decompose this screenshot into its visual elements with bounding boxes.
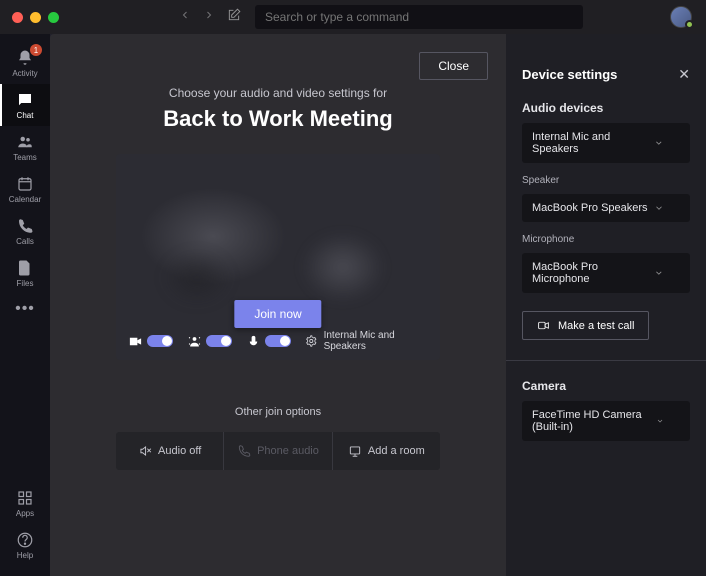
option-label: Phone audio [257,445,319,457]
main-panel: Close Choose your audio and video settin… [50,34,706,576]
chevron-down-icon [654,138,664,148]
rail-item-activity[interactable]: 1 Activity [0,42,50,84]
meeting-title: Back to Work Meeting [163,106,392,132]
forward-icon[interactable] [203,8,215,26]
audio-device-select[interactable]: Internal Mic and Speakers [522,123,690,163]
blur-icon [187,334,202,349]
other-options-row: Audio off Phone audio Add a room [116,432,440,470]
test-call-label: Make a test call [558,320,634,332]
make-test-call-button[interactable]: Make a test call [522,311,649,340]
chevron-down-icon [656,416,664,426]
microphone-value: MacBook Pro Microphone [532,261,654,285]
close-button[interactable]: Close [419,52,488,80]
rail-label: Calendar [9,195,41,204]
selected-device-label: Internal Mic and Speakers [324,330,428,352]
preview-controls: Internal Mic and Speakers [116,330,440,352]
rail-bottom: Apps Help [0,482,50,566]
rail-label: Chat [17,111,34,120]
search-input[interactable] [265,10,573,24]
blur-control [187,334,232,349]
rail-item-help[interactable]: Help [0,524,50,566]
camera-section: Camera FaceTime HD Camera (Built-in) [522,379,690,441]
join-now-button[interactable]: Join now [234,300,321,328]
back-icon[interactable] [179,8,191,26]
search-box[interactable] [255,5,583,29]
apps-icon [16,489,34,507]
activity-badge: 1 [30,44,42,56]
option-label: Audio off [158,445,201,457]
option-label: Add a room [368,445,425,457]
calendar-icon [16,175,34,193]
rail-label: Teams [13,153,37,162]
audio-device-value: Internal Mic and Speakers [532,131,654,155]
window-zoom-dot[interactable] [48,12,59,23]
teams-icon [16,133,34,151]
blur-toggle[interactable] [206,335,232,347]
chevron-down-icon [654,203,664,213]
camera-select[interactable]: FaceTime HD Camera (Built-in) [522,401,690,441]
camera-control [128,334,173,349]
mic-toggle[interactable] [265,335,291,347]
camera-toggle[interactable] [147,335,173,347]
speaker-value: MacBook Pro Speakers [532,202,648,214]
camera-value: FaceTime HD Camera (Built-in) [532,409,656,433]
phone-icon [16,217,34,235]
help-icon [16,531,34,549]
device-settings-shortcut[interactable]: Internal Mic and Speakers [305,330,428,352]
gear-icon [305,334,318,348]
rail-label: Help [17,551,33,560]
rail-item-teams[interactable]: Teams [0,126,50,168]
prejoin-panel: Close Choose your audio and video settin… [50,34,506,576]
presence-indicator [685,20,694,29]
app-body: 1 Activity Chat Teams Calendar Calls [0,34,706,576]
window-close-dot[interactable] [12,12,23,23]
video-icon [128,334,143,349]
new-chat-icon[interactable] [227,8,241,27]
speaker-label: Speaker [522,175,690,186]
speaker-off-icon [138,444,152,458]
speaker-select[interactable]: MacBook Pro Speakers [522,194,690,222]
mic-control [246,334,291,349]
close-icon[interactable]: ✕ [678,66,690,83]
titlebar [0,0,706,34]
rail-item-files[interactable]: Files [0,252,50,294]
history-nav [179,8,215,26]
microphone-label: Microphone [522,234,690,245]
audio-devices-section: Audio devices Internal Mic and Speakers … [522,101,690,340]
rail-item-calls[interactable]: Calls [0,210,50,252]
chevron-down-icon [654,268,664,278]
audio-devices-label: Audio devices [522,101,690,115]
rail-item-apps[interactable]: Apps [0,482,50,524]
camera-preview: Join now [116,154,440,360]
camera-label: Camera [522,379,690,393]
rail-label: Apps [16,509,34,518]
divider [506,360,706,361]
chat-icon [16,91,34,109]
rail-label: Files [17,279,34,288]
rail-item-calendar[interactable]: Calendar [0,168,50,210]
rail-label: Calls [16,237,34,246]
window-controls [12,12,59,23]
rail-more-icon[interactable]: ••• [15,300,35,318]
mic-icon [246,334,261,349]
close-row: Close [419,52,488,80]
device-settings-title: Device settings [522,67,617,82]
option-phone-audio: Phone audio [223,432,331,470]
room-icon [348,444,362,458]
other-options-label: Other join options [235,406,321,418]
option-add-room[interactable]: Add a room [332,432,440,470]
device-settings-header: Device settings ✕ [522,66,690,83]
window-minimize-dot[interactable] [30,12,41,23]
option-audio-off[interactable]: Audio off [116,432,223,470]
rail-label: Activity [12,69,37,78]
left-rail: 1 Activity Chat Teams Calendar Calls [0,34,50,576]
app-window: 1 Activity Chat Teams Calendar Calls [0,0,706,576]
phone-icon [237,444,251,458]
device-settings-panel: Device settings ✕ Audio devices Internal… [506,34,706,576]
microphone-select[interactable]: MacBook Pro Microphone [522,253,690,293]
file-icon [16,259,34,277]
rail-item-chat[interactable]: Chat [0,84,50,126]
prejoin-subtitle: Choose your audio and video settings for [169,86,387,100]
test-call-icon [537,319,550,332]
